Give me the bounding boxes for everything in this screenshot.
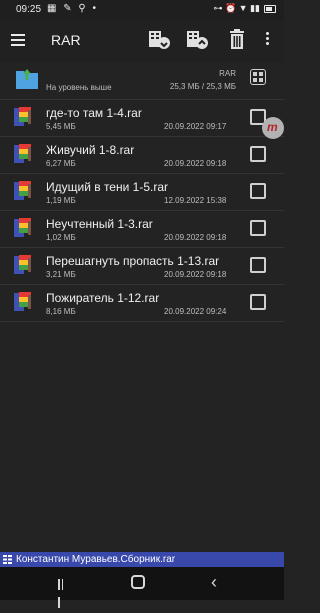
list-item[interactable]: Идущий в тени 1-5.rar 1,19 МБ 12.09.2022… [0,174,284,211]
list-item[interactable]: где-то там 1-4.rar 5,45 МБ 20.09.2022 09… [0,100,284,137]
file-size: 6,27 МБ [46,159,76,168]
select-checkbox[interactable] [250,183,266,199]
list-item[interactable]: Живучий 1-8.rar 6,27 МБ 20.09.2022 09:18 [0,137,284,174]
notification-icons: ▦ ✎ ⚲ • [47,3,98,14]
select-all-icon[interactable] [250,69,266,85]
status-time: 09:25 [16,4,42,15]
file-name: где-то там 1-4.rar [46,106,142,120]
system-icons: ⊶ ⏰ ▼ ▮▮ [213,3,276,14]
current-archive-bar: Константин Муравьев.Сборник.rar [0,552,284,567]
file-size: 3,21 МБ [46,270,76,279]
rar-file-icon [14,292,31,311]
file-name: Пожиратель 1-12.rar [46,291,160,305]
file-name: Перешагнуть пропасть 1-13.rar [46,254,220,268]
file-name: Идущий в тени 1-5.rar [46,180,168,194]
rar-file-icon [14,218,31,237]
select-checkbox[interactable] [250,257,266,273]
list-item[interactable]: Пожиратель 1-12.rar 8,16 МБ 20.09.2022 0… [0,285,284,322]
file-date: 20.09.2022 09:18 [164,233,227,242]
parent-folder-label: На уровень выше [46,83,112,92]
select-checkbox[interactable] [250,220,266,236]
archive-size: 25,3 МБ / 25,3 МБ [169,82,236,91]
overlay-badge-letter: m [267,120,278,134]
rar-file-icon [14,144,31,163]
select-checkbox[interactable] [250,146,266,162]
recent-apps-icon[interactable] [58,577,67,608]
home-icon[interactable] [131,575,145,589]
current-archive-path: Константин Муравьев.Сборник.rar [16,554,176,565]
folder-up-icon [16,69,38,89]
signal-icons: ⊶ ⏰ ▼ ▮▮ [213,3,260,13]
back-icon[interactable]: ‹ [211,572,217,593]
extract-archive-icon[interactable] [147,28,171,52]
file-date: 20.09.2022 09:17 [164,122,227,131]
file-date: 20.09.2022 09:24 [164,307,227,316]
file-name: Неучтенный 1-3.rar [46,217,153,231]
select-checkbox[interactable] [250,294,266,310]
system-nav-bar: ‹ [0,567,284,608]
status-bar: 09:25 ▦ ✎ ⚲ • ⊶ ⏰ ▼ ▮▮ [0,0,284,20]
file-name: Живучий 1-8.rar [46,143,135,157]
archive-small-icon [3,555,12,564]
file-date: 20.09.2022 09:18 [164,159,227,168]
trash-icon[interactable] [225,28,249,52]
hamburger-menu-icon[interactable] [11,34,25,46]
file-list: На уровень выше RAR 25,3 МБ / 25,3 МБ гд… [0,62,284,322]
rar-file-icon [14,107,31,126]
file-date: 12.09.2022 15:38 [164,196,227,205]
battery-icon [264,4,276,13]
file-size: 8,16 МБ [46,307,76,316]
more-vertical-icon[interactable] [262,30,272,50]
file-size: 1,02 МБ [46,233,76,242]
rar-file-icon [14,255,31,274]
list-item[interactable]: Перешагнуть пропасть 1-13.rar 3,21 МБ 20… [0,248,284,285]
app-toolbar: RAR [0,20,284,62]
file-size: 5,45 МБ [46,122,76,131]
rar-file-icon [14,181,31,200]
overlay-badge-icon[interactable]: m [262,117,284,139]
add-to-archive-icon[interactable] [185,28,209,52]
archive-name: RAR [219,69,236,78]
page-title: RAR [51,32,81,48]
file-size: 1,19 МБ [46,196,76,205]
list-item[interactable]: Неучтенный 1-3.rar 1,02 МБ 20.09.2022 09… [0,211,284,248]
file-date: 20.09.2022 09:18 [164,270,227,279]
parent-folder-row[interactable]: На уровень выше RAR 25,3 МБ / 25,3 МБ [0,62,284,100]
